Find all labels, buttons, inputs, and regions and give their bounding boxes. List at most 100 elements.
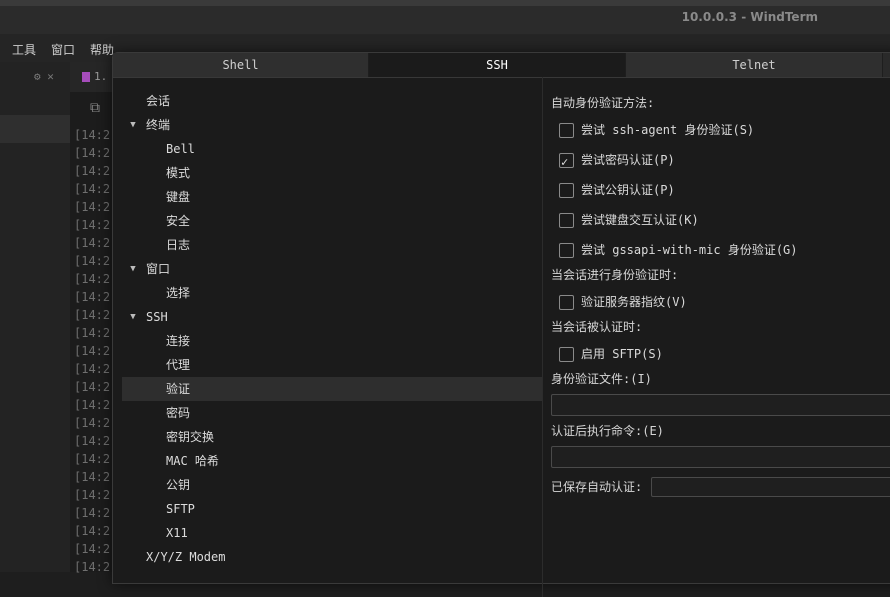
tree-item-验证[interactable]: 验证	[122, 377, 542, 401]
tree-item-选择[interactable]: 选择	[122, 281, 542, 305]
tree-item-label: 密钥交换	[166, 430, 215, 444]
tree-item-label: 模式	[166, 166, 191, 180]
terminal-log-line: [14:2	[74, 560, 111, 574]
saved-auth-select[interactable]	[651, 477, 890, 497]
tab-shell-label: Shell	[222, 58, 259, 72]
checkbox-ssh-agent-label: 尝试 ssh-agent 身份验证(S)	[581, 123, 755, 137]
checkbox-publickey-label: 尝试公钥认证(P)	[581, 183, 675, 197]
checkbox-ssh-agent[interactable]	[559, 123, 574, 138]
settings-tree: 会话 ▼ 终端 Bell 模式 键盘 安全 日志 ▼ 窗口 选择 ▼ SSH 连接 代理 验证 密码 密钥交换 MA…	[122, 89, 542, 589]
tree-item-模式[interactable]: 模式	[122, 161, 542, 185]
session-settings-dialog: Shell SSH Telnet 会话 ▼ 终端 Bell 模式 键盘 安全 日志 ▼ 窗口 选择 ▼…	[112, 52, 890, 597]
tree-item-安全[interactable]: 安全	[122, 209, 542, 233]
terminal-tab-label: 1.	[94, 70, 108, 83]
sessions-row-highlight	[0, 115, 70, 143]
checkbox-enable-sftp[interactable]	[559, 347, 574, 362]
tree-item-label: 连接	[166, 334, 191, 348]
tree-item-label: SSH	[146, 310, 168, 324]
terminal-log-line: [14:2	[74, 524, 111, 538]
terminal-log: [14:2 [14:2 [14:2 [14:2 [14:2 [14:2 [14:2 [14:2…	[74, 126, 110, 576]
tree-item-ssh[interactable]: ▼ SSH	[122, 305, 542, 329]
window-titlebar: 10.0.0.3 - WindTerm	[0, 0, 890, 35]
tree-item-label: 会话	[146, 94, 171, 108]
tree-item-label: 键盘	[166, 190, 191, 204]
auto-auth-methods-heading: 自动身份验证方法:	[551, 96, 655, 110]
titlebar-strip	[0, 0, 890, 6]
checkbox-publickey[interactable]	[559, 183, 574, 198]
tab-ssh[interactable]: SSH	[369, 53, 626, 77]
tab-shell[interactable]: Shell	[113, 53, 369, 77]
menu-tools[interactable]: 工具	[12, 41, 36, 58]
terminal-log-line: [14:2	[74, 362, 111, 376]
tab-telnet-label: Telnet	[732, 58, 776, 72]
terminal-log-line: [14:2	[74, 326, 111, 340]
tree-item-label: Bell	[166, 142, 195, 156]
tree-item-键盘[interactable]: 键盘	[122, 185, 542, 209]
terminal-log-line: [14:2	[74, 470, 111, 484]
terminal-log-line: [14:2	[74, 128, 111, 142]
tree-item-终端[interactable]: ▼ 终端	[122, 113, 542, 137]
terminal-log-line: [14:2	[74, 164, 111, 178]
after-auth-heading: 当会话被认证时:	[551, 320, 643, 334]
post-auth-command-input[interactable]	[551, 446, 890, 468]
tree-item-mac-哈希[interactable]: MAC 哈希	[122, 449, 542, 473]
new-tab-icon[interactable]: ⧉	[90, 100, 100, 116]
tree-item-窗口[interactable]: ▼ 窗口	[122, 257, 542, 281]
tree-item-sftp[interactable]: SFTP	[122, 497, 542, 521]
tree-item-label: 代理	[166, 358, 191, 372]
tree-item-代理[interactable]: 代理	[122, 353, 542, 377]
terminal-log-line: [14:2	[74, 506, 111, 520]
terminal-log-line: [14:2	[74, 218, 111, 232]
saved-auth-label: 已保存自动认证:	[551, 480, 643, 494]
expand-arrow-icon[interactable]: ▼	[128, 257, 138, 281]
checkbox-verify-fingerprint[interactable]	[559, 295, 574, 310]
checkbox-gssapi[interactable]	[559, 243, 574, 258]
checkbox-keyboard-interactive[interactable]	[559, 213, 574, 228]
tree-item-公钥[interactable]: 公钥	[122, 473, 542, 497]
tree-item-label: MAC 哈希	[166, 454, 219, 468]
tree-item-密钥交换[interactable]: 密钥交换	[122, 425, 542, 449]
identity-file-input[interactable]	[551, 394, 890, 416]
tree-item-密码[interactable]: 密码	[122, 401, 542, 425]
tree-item-label: 密码	[166, 406, 191, 420]
window-title: 10.0.0.3 - WindTerm	[681, 10, 818, 24]
checkbox-keyboard-interactive-label: 尝试键盘交互认证(K)	[581, 213, 699, 227]
checkbox-password-label: 尝试密码认证(P)	[581, 153, 675, 167]
checkbox-password[interactable]: ✓	[559, 153, 574, 169]
menu-window[interactable]: 窗口	[51, 41, 75, 58]
tree-item-label: 终端	[146, 118, 171, 132]
tree-item-label: X/Y/Z Modem	[146, 550, 226, 564]
terminal-log-line: [14:2	[74, 452, 111, 466]
terminal-log-line: [14:2	[74, 488, 111, 502]
checkbox-gssapi-label: 尝试 gssapi-with-mic 身份验证(G)	[581, 243, 798, 257]
terminal-log-line: [14:2	[74, 416, 111, 430]
terminal-log-line: [14:2	[74, 542, 111, 556]
tree-item-label: 公钥	[166, 478, 191, 492]
terminal-log-line: [14:2	[74, 290, 111, 304]
tree-item-x11[interactable]: X11	[122, 521, 542, 545]
tab-telnet[interactable]: Telnet	[626, 53, 883, 77]
terminal-log-line: [14:2	[74, 380, 111, 394]
tree-item-bell[interactable]: Bell	[122, 137, 542, 161]
tree-item-label: 验证	[166, 382, 191, 396]
terminal-log-line: [14:2	[74, 308, 111, 322]
terminal-log-line: [14:2	[74, 434, 111, 448]
expand-arrow-icon[interactable]: ▼	[128, 305, 138, 329]
tab-ssh-label: SSH	[486, 58, 508, 72]
terminal-log-line: [14:2	[74, 272, 111, 286]
terminal-log-line: [14:2	[74, 398, 111, 412]
checkbox-enable-sftp-label: 启用 SFTP(S)	[581, 347, 663, 361]
terminal-log-line: [14:2	[74, 236, 111, 250]
menu-help[interactable]: 帮助	[90, 41, 114, 58]
expand-arrow-icon[interactable]: ▼	[128, 113, 138, 137]
identity-file-label: 身份验证文件:(I)	[551, 372, 652, 386]
tree-item-会话[interactable]: 会话	[122, 89, 542, 113]
tree-item-x-y-z-modem[interactable]: X/Y/Z Modem	[122, 545, 542, 569]
tree-item-日志[interactable]: 日志	[122, 233, 542, 257]
tree-item-label: X11	[166, 526, 188, 540]
terminal-log-line: [14:2	[74, 254, 111, 268]
terminal-log-line: [14:2	[74, 182, 111, 196]
dialog-tab-bar: Shell SSH Telnet	[113, 53, 890, 78]
tree-item-连接[interactable]: 连接	[122, 329, 542, 353]
sessions-tools-icons[interactable]: ⚙ ✕	[34, 70, 54, 83]
